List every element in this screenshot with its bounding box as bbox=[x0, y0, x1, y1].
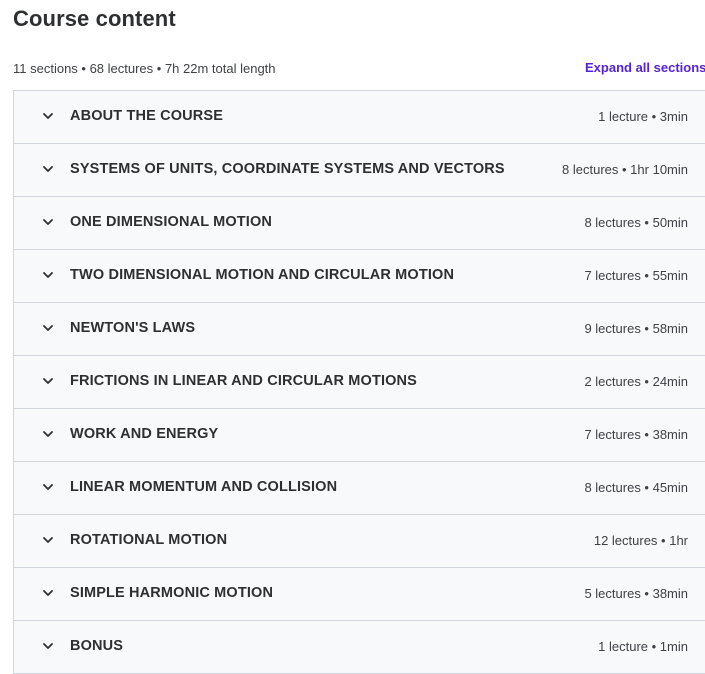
section-item[interactable]: WORK AND ENERGY 7 lectures • 38min bbox=[14, 409, 705, 462]
section-item[interactable]: ONE DIMENSIONAL MOTION 8 lectures • 50mi… bbox=[14, 197, 705, 250]
section-meta: 7 lectures • 55min bbox=[584, 268, 688, 283]
section-title: TWO DIMENSIONAL MOTION AND CIRCULAR MOTI… bbox=[70, 267, 455, 283]
section-item[interactable]: NEWTON'S LAWS 9 lectures • 58min bbox=[14, 303, 705, 356]
expand-all-sections-button[interactable]: Expand all sections bbox=[585, 60, 705, 75]
section-title: BONUS bbox=[70, 638, 124, 654]
chevron-down-icon bbox=[42, 163, 54, 175]
section-title: ONE DIMENSIONAL MOTION bbox=[70, 214, 273, 230]
section-meta: 12 lectures • 1hr bbox=[593, 533, 688, 548]
section-title: WORK AND ENERGY bbox=[70, 426, 219, 442]
section-meta: 8 lectures • 50min bbox=[584, 215, 688, 230]
chevron-down-icon bbox=[42, 322, 54, 334]
course-summary: 11 sections • 68 lectures • 7h 22m total… bbox=[13, 61, 276, 76]
chevron-down-icon bbox=[42, 216, 54, 228]
page-title: Course content bbox=[13, 6, 176, 31]
chevron-down-icon bbox=[42, 481, 54, 493]
course-summary-row: 11 sections • 68 lectures • 7h 22m total… bbox=[13, 59, 705, 81]
section-meta: 2 lectures • 24min bbox=[584, 374, 688, 389]
section-meta: 1 lecture • 1min bbox=[598, 639, 688, 654]
section-meta: 8 lectures • 45min bbox=[584, 480, 688, 495]
section-title: ROTATIONAL MOTION bbox=[70, 532, 228, 548]
section-meta: 8 lectures • 1hr 10min bbox=[562, 162, 688, 177]
section-title: SYSTEMS OF UNITS, COORDINATE SYSTEMS AND… bbox=[70, 161, 505, 177]
section-meta: 7 lectures • 38min bbox=[584, 427, 688, 442]
section-item[interactable]: BONUS 1 lecture • 1min bbox=[14, 621, 705, 674]
section-meta: 1 lecture • 3min bbox=[598, 109, 688, 124]
section-item[interactable]: SYSTEMS OF UNITS, COORDINATE SYSTEMS AND… bbox=[14, 144, 705, 197]
chevron-down-icon bbox=[42, 428, 54, 440]
chevron-down-icon bbox=[42, 534, 54, 546]
section-item[interactable]: LINEAR MOMENTUM AND COLLISION 8 lectures… bbox=[14, 462, 705, 515]
chevron-down-icon bbox=[42, 640, 54, 652]
section-item[interactable]: TWO DIMENSIONAL MOTION AND CIRCULAR MOTI… bbox=[14, 250, 705, 303]
section-item[interactable]: ABOUT THE COURSE 1 lecture • 3min bbox=[14, 91, 705, 144]
section-item[interactable]: FRICTIONS IN LINEAR AND CIRCULAR MOTIONS… bbox=[14, 356, 705, 409]
section-title: FRICTIONS IN LINEAR AND CIRCULAR MOTIONS bbox=[70, 373, 418, 389]
section-title: SIMPLE HARMONIC MOTION bbox=[70, 585, 274, 601]
chevron-down-icon bbox=[42, 587, 54, 599]
section-meta: 9 lectures • 58min bbox=[584, 321, 688, 336]
chevron-down-icon bbox=[42, 375, 54, 387]
chevron-down-icon bbox=[42, 110, 54, 122]
section-title: LINEAR MOMENTUM AND COLLISION bbox=[70, 479, 338, 495]
chevron-down-icon bbox=[42, 269, 54, 281]
section-title: ABOUT THE COURSE bbox=[70, 108, 224, 124]
section-item[interactable]: SIMPLE HARMONIC MOTION 5 lectures • 38mi… bbox=[14, 568, 705, 621]
section-meta: 5 lectures • 38min bbox=[584, 586, 688, 601]
section-item[interactable]: ROTATIONAL MOTION 12 lectures • 1hr bbox=[14, 515, 705, 568]
section-list: ABOUT THE COURSE 1 lecture • 3min SYSTEM… bbox=[13, 90, 705, 674]
section-title: NEWTON'S LAWS bbox=[70, 320, 196, 336]
